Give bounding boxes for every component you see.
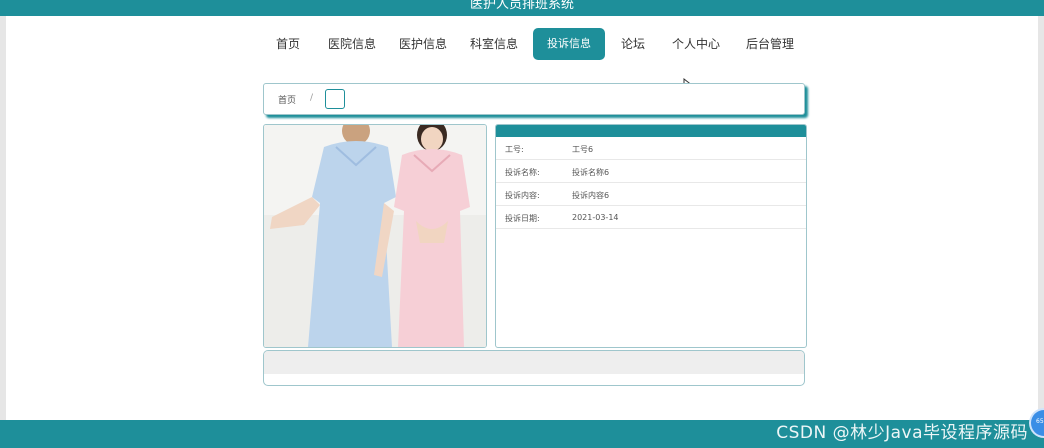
detail-row-complaint-name: 投诉名称: 投诉名称6	[496, 160, 806, 183]
content-area	[264, 351, 804, 374]
breadcrumb-current[interactable]	[325, 89, 345, 109]
detail-label: 投诉日期:	[505, 214, 540, 223]
detail-label: 投诉内容:	[505, 191, 540, 200]
nav-item-home[interactable]: 首页	[272, 32, 304, 56]
main-nav: 首页 医院信息 医护信息 科室信息 投诉信息 论坛 个人中心 后台管理	[0, 28, 1044, 60]
left-edge	[0, 0, 6, 448]
detail-label: 工号:	[505, 145, 524, 154]
right-edge	[1038, 0, 1044, 448]
breadcrumb-home[interactable]: 首页	[278, 93, 296, 106]
breadcrumb-separator: /	[310, 93, 314, 103]
detail-value: 2021-03-14	[572, 213, 619, 222]
watermark: CSDN @林少Java毕设程序源码	[776, 423, 1028, 443]
detail-row-complaint-content: 投诉内容: 投诉内容6	[496, 183, 806, 206]
nav-item-admin[interactable]: 后台管理	[743, 32, 797, 56]
breadcrumb: 首页 /	[263, 83, 805, 115]
nav-item-medical-staff-info[interactable]: 医护信息	[398, 32, 448, 56]
nav-item-hospital-info[interactable]: 医院信息	[327, 32, 377, 56]
content-box	[263, 350, 805, 386]
nav-item-personal-center[interactable]: 个人中心	[671, 32, 721, 56]
nurses-photo	[264, 125, 486, 347]
complaint-detail: 工号: 工号6 投诉名称: 投诉名称6 投诉内容: 投诉内容6 投诉日期: 20…	[495, 124, 807, 348]
detail-value: 工号6	[572, 145, 594, 154]
detail-label: 投诉名称:	[505, 168, 540, 177]
nav-item-department-info[interactable]: 科室信息	[469, 32, 519, 56]
nav-item-forum[interactable]: 论坛	[618, 32, 648, 56]
complaint-image	[263, 124, 487, 348]
detail-row-employee-id: 工号: 工号6	[496, 137, 806, 160]
detail-value: 投诉名称6	[572, 168, 610, 177]
detail-value: 投诉内容6	[572, 191, 610, 200]
detail-header	[496, 125, 806, 137]
nav-item-complaint-info[interactable]: 投诉信息	[533, 28, 605, 60]
detail-row-complaint-date: 投诉日期: 2021-03-14	[496, 206, 806, 229]
app-header: 医护人员排班系统	[0, 0, 1044, 16]
app-title: 医护人员排班系统	[469, 0, 574, 12]
